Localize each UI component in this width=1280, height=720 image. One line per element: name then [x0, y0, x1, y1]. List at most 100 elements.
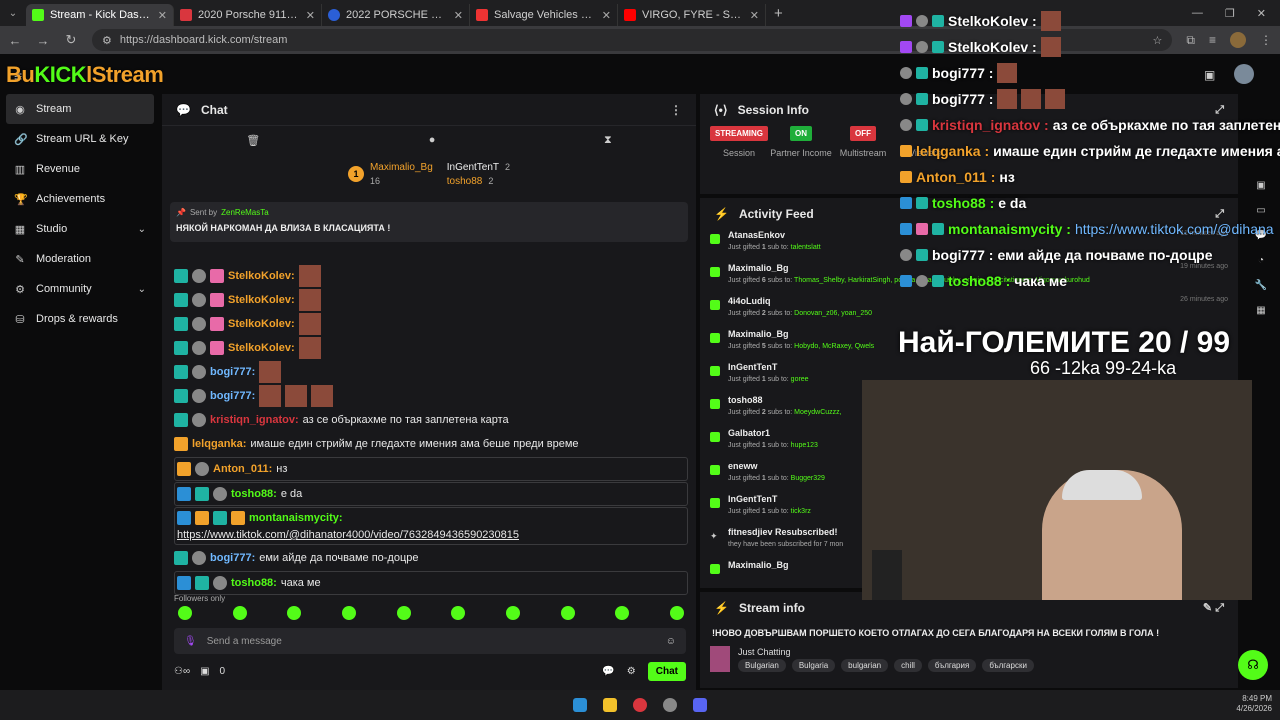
stream-tag[interactable]: Bulgaria — [791, 658, 836, 672]
activity-user[interactable]: Maximalio_Bg — [728, 329, 874, 339]
obs-icon[interactable] — [663, 698, 677, 712]
badge-icon — [916, 67, 928, 79]
activity-user[interactable]: Maximalio_Bg — [728, 560, 789, 570]
chat-username[interactable]: StelkoKolev: — [228, 318, 295, 330]
activity-user[interactable]: tosho88 — [728, 395, 842, 405]
chat-username[interactable]: kristiqn_ignatov: — [210, 414, 299, 426]
chat-mode-icon[interactable]: ● — [429, 134, 436, 146]
emote-button[interactable] — [178, 606, 192, 620]
chat-username[interactable]: tosho88: — [231, 577, 277, 589]
emoji-icon[interactable]: ☺ — [666, 636, 676, 647]
emote-button[interactable] — [451, 606, 466, 620]
leader-name[interactable]: InGentTenT — [447, 162, 499, 173]
edit-expand-icon[interactable]: ✎ ⤢ — [1203, 601, 1224, 615]
pinned-user[interactable]: ZenReMasTa — [221, 208, 269, 217]
new-tab-button[interactable]: + — [766, 5, 791, 22]
stream-tag[interactable]: Bulgarian — [738, 658, 786, 672]
stream-tag[interactable]: българия — [927, 658, 977, 672]
grid-icon[interactable]: ▦ — [1256, 305, 1265, 316]
more-options-icon[interactable]: ⋮ — [670, 103, 682, 117]
streaming-badge: STREAMING — [710, 126, 768, 141]
badge-icon — [916, 249, 928, 261]
chat-username[interactable]: bogi777: — [210, 366, 255, 378]
badge-icon — [174, 293, 188, 307]
chat-username[interactable]: StelkoKolev: — [228, 342, 295, 354]
chat-settings-bubble-icon[interactable]: 💬 — [602, 666, 614, 677]
close-tab-icon[interactable]: ✕ — [454, 9, 463, 22]
file-explorer-icon[interactable] — [603, 698, 617, 712]
reload-icon[interactable]: ↻ — [64, 32, 78, 48]
tab-iaa[interactable]: Salvage Vehicles For Sale | IAA ✕ — [470, 4, 618, 26]
activity-user[interactable]: Galbator1 — [728, 428, 818, 438]
close-tab-icon[interactable]: ✕ — [158, 9, 167, 22]
chat-username[interactable]: bogi777: — [210, 390, 255, 402]
studio-icon: ▦ — [14, 223, 26, 236]
badge-icon — [900, 223, 912, 235]
discord-icon[interactable] — [693, 698, 707, 712]
points-icon[interactable]: ⚇∞ — [174, 666, 190, 677]
emote-button[interactable] — [341, 606, 356, 620]
emote-button[interactable] — [505, 606, 520, 620]
activity-desc: subs to: — [765, 343, 795, 350]
close-tab-icon[interactable]: ✕ — [750, 9, 759, 22]
close-tab-icon[interactable]: ✕ — [306, 9, 315, 22]
stream-tag[interactable]: bulgarian — [841, 658, 889, 672]
activity-user[interactable]: 4i4oLudiq — [728, 296, 872, 306]
back-icon[interactable]: ← — [8, 33, 22, 48]
badge-icon — [213, 576, 227, 590]
chat-username[interactable]: StelkoKolev: — [228, 270, 295, 282]
chat-link[interactable]: https://www.tiktok.com/@dihanator4000/vi… — [177, 529, 685, 541]
site-info-icon[interactable]: ⚙ — [102, 34, 112, 47]
chat-input[interactable]: 🎙 Send a message ☺ — [174, 628, 686, 654]
sidebar-item-revenue[interactable]: ▥ Revenue — [0, 154, 160, 184]
chrome-icon[interactable] — [633, 698, 647, 712]
close-tab-icon[interactable]: ✕ — [602, 9, 611, 22]
mic-icon[interactable]: 🎙 — [184, 636, 197, 647]
sidebar-item-stream-url-key[interactable]: 🔗 Stream URL & Key — [0, 124, 160, 154]
overlay-user: Anton_011 : — [916, 169, 996, 185]
stream-category[interactable]: Just Chatting — [738, 647, 1034, 657]
sidebar-item-moderation[interactable]: ✎ Moderation — [0, 244, 160, 274]
chat-username[interactable]: Anton_011: — [213, 463, 272, 475]
emote-button[interactable] — [232, 606, 247, 620]
chat-username[interactable]: montanaismycity: — [249, 512, 343, 524]
gear-icon[interactable]: ⚙ — [627, 666, 636, 677]
windows-start-icon[interactable] — [573, 698, 587, 712]
chat-username[interactable]: bogi777: — [210, 552, 255, 564]
sidebar-item-studio[interactable]: ▦ Studio ⌄ — [0, 214, 160, 244]
chat-username[interactable]: tosho88: — [231, 488, 277, 500]
activity-user[interactable]: AtanasEnkov — [728, 230, 821, 240]
support-chat-icon[interactable]: ☊ — [1238, 650, 1268, 680]
tab-search-icon[interactable]: ⌄ — [0, 0, 26, 26]
emote-button[interactable] — [560, 606, 575, 620]
activity-user[interactable]: eneww — [728, 461, 825, 471]
tab-youtube[interactable]: VIRGO, FYRE - SULZI ft. Yo ✕ — [618, 4, 766, 26]
system-tray-clock[interactable]: 8:49 PM 4/26/2026 — [1236, 694, 1272, 714]
emote-button[interactable] — [669, 606, 684, 620]
chat-username[interactable]: StelkoKolev: — [228, 294, 295, 306]
emote-button[interactable] — [615, 606, 630, 620]
forward-icon[interactable]: → — [36, 33, 50, 48]
stream-tag[interactable]: български — [982, 658, 1034, 672]
emote-button[interactable] — [396, 606, 411, 620]
hourglass-icon[interactable]: ⧗ — [604, 134, 612, 147]
sidebar-item-stream[interactable]: ◉ Stream — [6, 94, 154, 124]
gift-box-icon[interactable]: ▣ — [200, 666, 209, 677]
chat-username[interactable]: lelqganka: — [192, 438, 246, 450]
activity-user[interactable]: InGentTenT — [728, 362, 809, 372]
sidebar-item-community[interactable]: ⚙ Community ⌄ — [0, 274, 160, 304]
stream-tag[interactable]: chill — [894, 658, 922, 672]
chat-send-button[interactable]: Chat — [647, 661, 686, 681]
sidebar-item-drops[interactable]: ⛁ Drops & rewards — [0, 304, 160, 334]
tab-kick-dashboard[interactable]: Stream - Kick Dashboard ✕ — [26, 4, 174, 26]
sidebar-item-label: Revenue — [36, 163, 81, 175]
activity-user[interactable]: InGentTenT — [728, 494, 811, 504]
leader-name[interactable]: Maximalio_Bg — [370, 162, 433, 173]
leader-name[interactable]: tosho88 — [447, 176, 483, 187]
tab-porsche-2022[interactable]: 2022 PORSCHE 911 TURBO | Er ✕ — [322, 4, 470, 26]
trash-icon[interactable]: 🗑 — [246, 134, 260, 147]
emote-button[interactable] — [287, 606, 302, 620]
activity-user[interactable]: fitnesdjiev Resubscribed! — [728, 527, 843, 537]
sidebar-item-achievements[interactable]: 🏆 Achievements — [0, 184, 160, 214]
tab-porsche-2020[interactable]: 2020 Porsche 911 | $ 147,995 | ✕ — [174, 4, 322, 26]
